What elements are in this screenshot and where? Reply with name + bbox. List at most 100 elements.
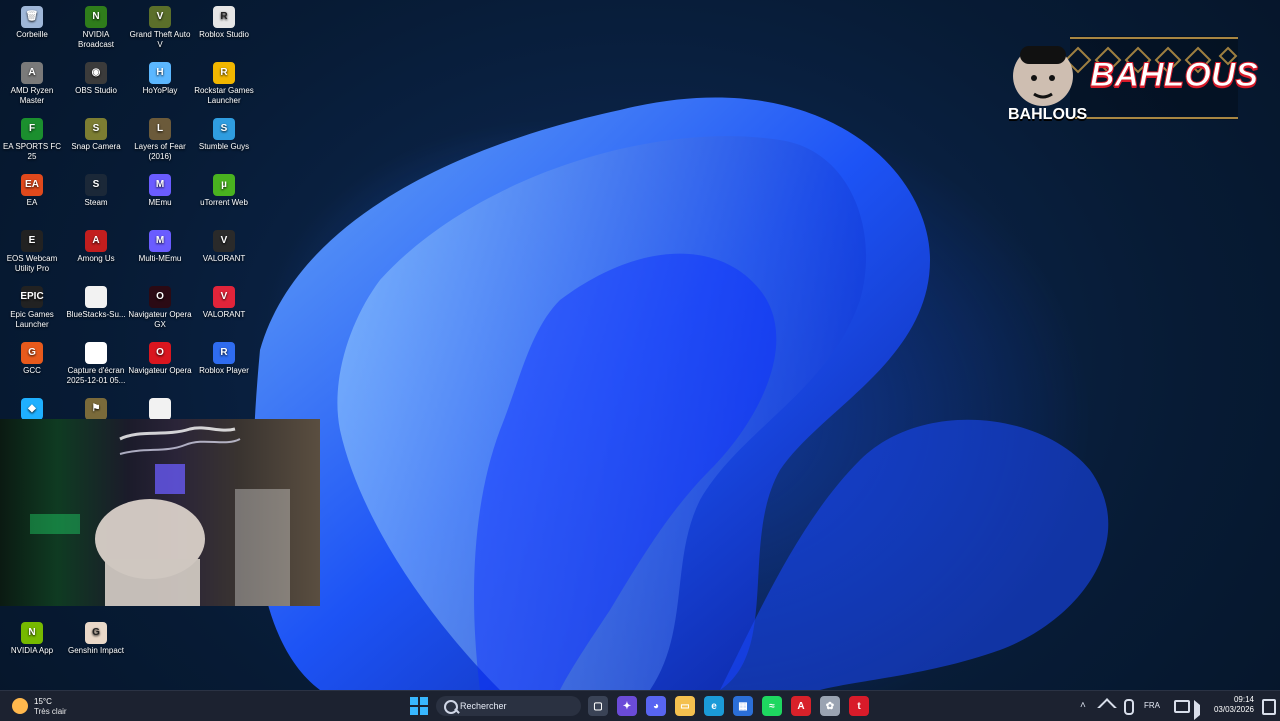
app-icon[interactable]: ✿: [820, 696, 840, 716]
desktop-icon[interactable]: G GCC: [0, 342, 64, 376]
steam-icon: S: [85, 174, 107, 196]
desktop-icon[interactable]: N NVIDIA Broadcast: [64, 6, 128, 50]
desktop-icon-label: MEmu: [148, 198, 172, 207]
adobe-icon[interactable]: A: [791, 696, 811, 716]
desktop-icon-label: Genshin Impact: [67, 646, 125, 655]
desktop-icon[interactable]: V VALORANT: [192, 286, 256, 320]
desktop-icon[interactable]: S Steam: [64, 174, 128, 208]
desktop-icon[interactable]: S Snap Camera: [64, 118, 128, 152]
language-indicator[interactable]: FRA: [1144, 701, 1160, 710]
edge-icon[interactable]: e: [704, 696, 724, 716]
desktop-icon[interactable]: O Navigateur Opera GX: [128, 286, 192, 330]
desktop-icon[interactable]: M Multi-MEmu: [128, 230, 192, 264]
layers-of-fear-icon: L: [149, 118, 171, 140]
desktop-icon[interactable]: O Navigateur Opera: [128, 342, 192, 376]
discord-icon[interactable]: ◕: [646, 696, 666, 716]
channel-logo: BAHLOUS BAHLOUS: [1008, 18, 1259, 138]
desktop-icon-label: Layers of Fear (2016): [134, 142, 186, 161]
desktop-icon[interactable]: ◉ OBS Studio: [64, 62, 128, 96]
file-icon: [85, 286, 107, 308]
roblox-player-icon: R: [213, 342, 235, 364]
desktop-icon[interactable]: R Roblox Player: [192, 342, 256, 376]
desktop-icon[interactable]: H HoYoPlay: [128, 62, 192, 96]
obs-icon: ◉: [85, 62, 107, 84]
spotify-icon[interactable]: ≈: [762, 696, 782, 716]
desktop-icon[interactable]: V VALORANT: [192, 230, 256, 264]
file-explorer-icon[interactable]: ▭: [675, 696, 695, 716]
weather-icon: [12, 698, 28, 714]
desktop-icon[interactable]: µ uTorrent Web: [192, 174, 256, 208]
desktop-icon-label: Among Us: [77, 254, 115, 263]
clock-date: 03/03/2026: [1213, 705, 1254, 714]
desktop-icon[interactable]: R Rockstar Games Launcher: [192, 62, 256, 106]
taskbar: 15°C Très clair Rechercher ▢ ✦ ◕ ▭ e ▦ ≈ A ✿ t ˄ …: [0, 690, 1280, 721]
clock[interactable]: 09:14 03/03/2026: [1208, 695, 1254, 717]
valorant-icon: V: [213, 230, 235, 252]
ea-fc-icon: F: [21, 118, 43, 140]
monitor-icon[interactable]: [1174, 700, 1190, 713]
desktop-icon-label: VALORANT: [202, 310, 246, 319]
microsoft-store-icon[interactable]: ▦: [733, 696, 753, 716]
desktop-icon[interactable]: G Genshin Impact: [64, 622, 128, 656]
desktop-icon-label: GCC: [23, 366, 41, 375]
recycle-bin-icon: 🗑: [21, 6, 43, 28]
desktop-icon-label: NVIDIA Broadcast: [77, 30, 115, 49]
network-icon[interactable]: [1097, 698, 1117, 718]
windows-logo-icon: [410, 697, 428, 715]
task-view-icon[interactable]: ▢: [588, 696, 608, 716]
tiktok-live-icon[interactable]: t: [849, 696, 869, 716]
weather-condition: Très clair: [34, 707, 67, 716]
system-tray: ˄ FRA 09:14 03/03/2026: [1076, 691, 1280, 721]
desktop-icon[interactable]: A AMD Ryzen Master: [0, 62, 64, 106]
desktop-icon[interactable]: L Layers of Fear (2016): [128, 118, 192, 162]
desktop-icon[interactable]: 🗑 Corbeille: [0, 6, 64, 40]
desktop-icon[interactable]: S Stumble Guys: [192, 118, 256, 152]
desktop-icon[interactable]: EPIC Epic Games Launcher: [0, 286, 64, 330]
desktop-icon-label: VALORANT: [202, 254, 246, 263]
webcam-overlay: [0, 419, 320, 606]
multi-memu-icon: M: [149, 230, 171, 252]
clock-time: 09:14: [1233, 695, 1254, 704]
desktop-icon[interactable]: M MEmu: [128, 174, 192, 208]
roblox-studio-icon: R: [213, 6, 235, 28]
desktop-icon[interactable]: R Roblox Studio: [192, 6, 256, 40]
chevron-up-icon[interactable]: ˄: [1080, 700, 1086, 711]
notifications-icon[interactable]: [1262, 699, 1276, 715]
desktop-icon[interactable]: A Among Us: [64, 230, 128, 264]
among-us-icon: A: [85, 230, 107, 252]
weather-widget[interactable]: 15°C Très clair: [10, 695, 100, 717]
desktop-icon-label: EA SPORTS FC 25: [2, 142, 62, 161]
desktop-icon[interactable]: BlueStacks-Su...: [64, 286, 128, 320]
game-launcher-icon: ⚑: [85, 398, 107, 420]
desktop-icon[interactable]: N NVIDIA App: [0, 622, 64, 656]
webcam-feed: [30, 426, 290, 606]
logo-text: BAHLOUS: [1089, 56, 1259, 95]
desktop-icon-label: HoYoPlay: [142, 86, 178, 95]
start-button[interactable]: [410, 697, 428, 715]
desktop-icon[interactable]: F EA SPORTS FC 25: [0, 118, 64, 162]
search-icon-handle: [454, 708, 460, 714]
desktop-icon-label: BlueStacks-Su...: [66, 310, 126, 319]
copilot-icon[interactable]: ✦: [617, 696, 637, 716]
file-icon: [149, 398, 171, 420]
desktop-icon-label: uTorrent Web: [200, 198, 248, 207]
desktop-icon-label: Epic Games Launcher: [10, 310, 54, 329]
memu-icon: M: [149, 174, 171, 196]
nvidia-app-icon: N: [21, 622, 43, 644]
desktop-icon[interactable]: Capture d'écran 2025-12-01 05...: [64, 342, 128, 386]
taskbar-search[interactable]: Rechercher: [436, 696, 581, 716]
desktop-icon[interactable]: EA EA: [0, 174, 64, 208]
desktop-icon[interactable]: V Grand Theft Auto V: [128, 6, 192, 50]
desktop-icon-label: Roblox Studio: [199, 30, 249, 39]
logo-subtext: BAHLOUS: [1008, 106, 1088, 123]
desktop-icon-label: OBS Studio: [75, 86, 117, 95]
nvidia-broadcast-icon: N: [85, 6, 107, 28]
desktop-icon-label: Grand Theft Auto V: [129, 30, 191, 49]
desktop-icon[interactable]: E EOS Webcam Utility Pro: [0, 230, 64, 274]
bluestacks-icon: ◆: [21, 398, 43, 420]
amd-ryzen-icon: A: [21, 62, 43, 84]
genshin-impact-icon: G: [85, 622, 107, 644]
valorant-icon: V: [213, 286, 235, 308]
weather-temp: 15°C: [34, 697, 52, 706]
microphone-icon[interactable]: [1124, 699, 1134, 715]
